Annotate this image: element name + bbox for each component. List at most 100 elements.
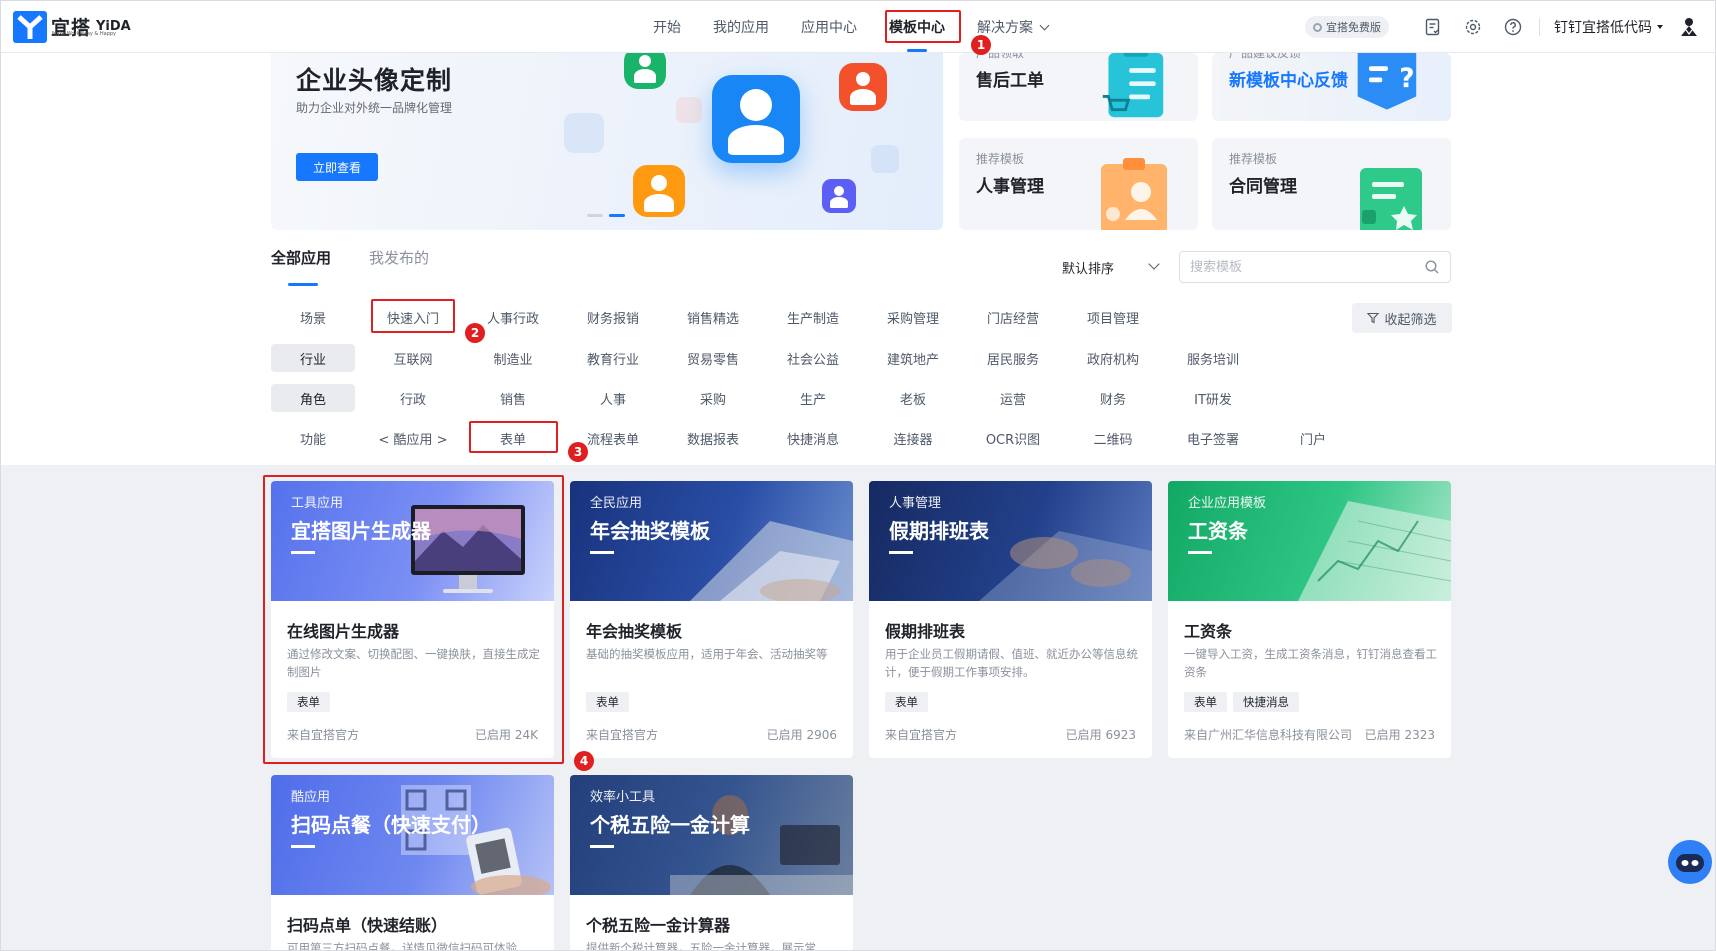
filter-option[interactable]: 服务培训 xyxy=(1163,344,1263,372)
filter-option[interactable]: 表单 xyxy=(463,424,563,452)
view-now-button[interactable]: 立即查看 xyxy=(296,153,378,181)
todo-list-icon[interactable] xyxy=(1423,17,1443,37)
filter-option[interactable]: 数据报表 xyxy=(663,424,763,452)
search-input[interactable] xyxy=(1180,252,1410,282)
card-source: 来自宜搭官方 xyxy=(586,728,659,742)
filter-option[interactable]: 采购管理 xyxy=(863,303,963,331)
search-box[interactable] xyxy=(1179,251,1451,283)
filter-option[interactable]: 运营 xyxy=(963,384,1063,412)
search-icon[interactable] xyxy=(1425,260,1439,274)
filter-option[interactable]: 教育行业 xyxy=(563,344,663,372)
hero-banner[interactable]: 企业头像定制 助力企业对外统一品牌化管理 立即查看 xyxy=(271,53,943,230)
filter-option[interactable]: 二维码 xyxy=(1063,424,1163,452)
free-edition-badge[interactable]: 宜搭免费版 xyxy=(1305,16,1389,38)
card-cover: 酷应用 扫码点餐（快速支付） xyxy=(271,775,554,895)
filter-option[interactable]: 制造业 xyxy=(463,344,563,372)
filter-option[interactable]: 人事 xyxy=(563,384,663,412)
contract-star-icon xyxy=(1360,168,1422,230)
tile-title: 售后工单 xyxy=(976,71,1044,91)
user-avatar[interactable] xyxy=(1679,16,1699,38)
cover-divider xyxy=(291,845,315,848)
banner-title: 企业头像定制 xyxy=(296,66,453,95)
carousel-indicator[interactable] xyxy=(587,214,631,217)
template-card[interactable]: 人事管理 假期排班表 假期排班表 用于企业员工假期请假、值班、就近办公等信息统计… xyxy=(869,481,1152,758)
template-card[interactable]: 效率小工具 个税五险一金计算 个税五险一金计算器 提供新个税计算器，五险一金计算… xyxy=(570,775,853,950)
card-category: 效率小工具 xyxy=(590,790,656,805)
edition-icon xyxy=(1313,22,1322,32)
template-card[interactable]: 全民应用 年会抽奖模板 年会抽奖模板 基础的抽奖模板应用，适用于年会、活动抽奖等… xyxy=(570,481,853,758)
clipboard-cart-icon xyxy=(1102,53,1164,118)
card-cover: 全民应用 年会抽奖模板 xyxy=(570,481,853,601)
gear-icon[interactable] xyxy=(1463,17,1483,37)
chevron-down-icon[interactable] xyxy=(1148,258,1160,270)
filter-option[interactable]: 快速入门 xyxy=(363,303,463,331)
filter-option[interactable]: 项目管理 xyxy=(1063,303,1163,331)
filter-option[interactable]: OCR识图 xyxy=(963,424,1063,452)
card-description: 基础的抽奖模板应用，适用于年会、活动抽奖等 xyxy=(586,647,828,661)
filter-label-industry[interactable]: 行业 xyxy=(271,344,355,372)
yida-logo[interactable]: 宜搭 YiDA Make Work Easy & Happy xyxy=(13,9,131,43)
filter-option[interactable]: 互联网 xyxy=(363,344,463,372)
filter-option[interactable]: 老板 xyxy=(863,384,963,412)
filter-option[interactable]: 财务报销 xyxy=(563,303,663,331)
card-cover-title: 个税五险一金计算 xyxy=(590,813,750,837)
filter-option[interactable]: 生产 xyxy=(763,384,863,412)
filter-option[interactable]: < 酷应用 > xyxy=(363,424,463,452)
template-grid xyxy=(1,465,1715,950)
nav-start[interactable]: 开始 xyxy=(653,17,681,37)
card-category: 企业应用模板 xyxy=(1188,496,1267,511)
blue-avatar-icon xyxy=(712,75,800,163)
card-cover-title: 扫码点餐（快速支付） xyxy=(291,813,491,837)
filter-option[interactable]: 销售 xyxy=(463,384,563,412)
card-tag: 表单 xyxy=(1184,692,1227,712)
filter-option[interactable]: 社会公益 xyxy=(763,344,863,372)
card-description: 通过修改文案、切换配图、一键换肤，直接生成定制图片 xyxy=(287,647,540,679)
org-switcher[interactable]: 钉钉宜搭低代码 xyxy=(1554,17,1663,37)
filter-row-scene: 场景 快速入门 人事行政 财务报销 销售精选 生产制造 采购管理 门店经营 项目… xyxy=(271,303,1171,331)
tab-all-apps[interactable]: 全部应用 xyxy=(271,247,331,286)
filter-label-function[interactable]: 功能 xyxy=(271,424,355,452)
tile-template-feedback[interactable]: 产品建议反馈 新模板中心反馈 ? xyxy=(1212,53,1451,121)
card-tags: 表单 xyxy=(885,692,934,712)
filter-option[interactable]: 电子签署 xyxy=(1163,424,1263,452)
collapse-filter-button[interactable]: 收起筛选 xyxy=(1352,303,1452,333)
card-source: 来自宜搭官方 xyxy=(885,728,958,742)
card-cover: 效率小工具 个税五险一金计算 xyxy=(570,775,853,895)
filter-option[interactable]: 居民服务 xyxy=(963,344,1063,372)
carousel-dot-active[interactable] xyxy=(609,214,625,217)
help-icon[interactable] xyxy=(1503,17,1523,37)
tab-my-published[interactable]: 我发布的 xyxy=(369,247,429,268)
filter-option[interactable]: 销售精选 xyxy=(663,303,763,331)
caret-down-icon xyxy=(1657,25,1663,29)
filter-label-role[interactable]: 角色 xyxy=(271,384,355,412)
template-card[interactable]: 酷应用 扫码点餐（快速支付） 扫码点单（快速结账） 可用第三方扫码点餐，详情见微… xyxy=(271,775,554,950)
filter-option[interactable]: 行政 xyxy=(363,384,463,412)
filter-option[interactable]: IT研发 xyxy=(1163,384,1263,412)
tile-title: 合同管理 xyxy=(1229,177,1297,197)
filter-option[interactable]: 财务 xyxy=(1063,384,1163,412)
filter-option[interactable]: 门户 xyxy=(1263,424,1363,452)
nav-my-apps[interactable]: 我的应用 xyxy=(713,17,769,37)
filter-option[interactable]: 政府机构 xyxy=(1063,344,1163,372)
sort-select[interactable]: 默认排序 xyxy=(1062,258,1114,277)
tile-after-sales-ticket[interactable]: 产品领取 售后工单 xyxy=(959,53,1198,121)
filter-option[interactable]: 生产制造 xyxy=(763,303,863,331)
filter-option[interactable]: 建筑地产 xyxy=(863,344,963,372)
carousel-dot[interactable] xyxy=(587,214,603,217)
filter-option[interactable]: 连接器 xyxy=(863,424,963,452)
cover-divider xyxy=(1188,551,1212,554)
tile-hr-management[interactable]: 推荐模板 人事管理 xyxy=(959,138,1198,230)
filter-label-scene[interactable]: 场景 xyxy=(271,303,355,331)
filter-option[interactable]: 采购 xyxy=(663,384,763,412)
assistant-robot-icon[interactable] xyxy=(1667,839,1713,885)
template-card[interactable]: 企业应用模板 工资条 工资条 一键导入工资，生成工资条消息，钉钉消息查看工资条 … xyxy=(1168,481,1451,758)
tile-contract-management[interactable]: 推荐模板 合同管理 xyxy=(1212,138,1451,230)
header-divider xyxy=(1539,18,1540,36)
filter-option[interactable]: 门店经营 xyxy=(963,303,1063,331)
filter-option[interactable]: 快捷消息 xyxy=(763,424,863,452)
filter-option[interactable]: 贸易零售 xyxy=(663,344,763,372)
nav-app-center[interactable]: 应用中心 xyxy=(801,17,857,37)
nav-solutions[interactable]: 解决方案 xyxy=(977,17,1050,37)
template-card[interactable]: 工具应用 宜搭图片生成器 在线图片生成器 通过修改文案、切换配图、一键换肤，直接… xyxy=(271,481,554,758)
nav-template-center[interactable]: 模板中心 xyxy=(889,17,945,52)
